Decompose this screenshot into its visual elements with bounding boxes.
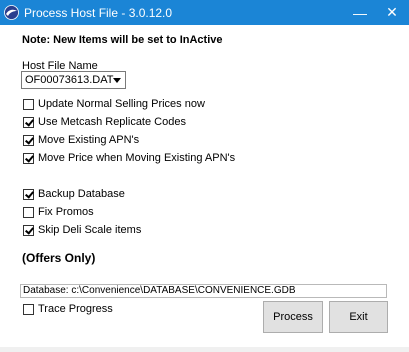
metcash-replicate-codes-option[interactable]: Use Metcash Replicate Codes <box>23 116 186 128</box>
app-icon <box>4 5 19 20</box>
inactive-note: Note: New Items will be set to InActive <box>22 34 223 46</box>
backup-database-label: Backup Database <box>38 188 125 200</box>
trace-progress-label: Trace Progress <box>38 303 113 315</box>
dialog-body: Note: New Items will be set to InActive … <box>0 25 409 352</box>
move-existing-apns-label: Move Existing APN's <box>38 134 140 146</box>
metcash-replicate-codes-label: Use Metcash Replicate Codes <box>38 116 186 128</box>
fix-promos-label: Fix Promos <box>38 206 94 218</box>
backup-database-checkbox[interactable] <box>23 188 34 200</box>
move-existing-apns-option[interactable]: Move Existing APN's <box>23 134 139 146</box>
database-path-text: Database: c:\Convenience\DATABASE\CONVEN… <box>23 285 296 296</box>
move-price-checkbox[interactable] <box>23 152 34 164</box>
skip-deli-scale-label: Skip Deli Scale items <box>38 224 142 236</box>
title-bar[interactable]: Process Host File - 3.0.12.0 — ✕ <box>0 0 409 25</box>
update-selling-prices-label: Update Normal Selling Prices now <box>38 98 205 110</box>
exit-button[interactable]: Exit <box>329 301 388 333</box>
host-file-value: OF00073613.DAT <box>25 74 114 86</box>
window-title: Process Host File - 3.0.12.0 <box>24 6 173 20</box>
skip-deli-scale-option[interactable]: Skip Deli Scale items <box>23 224 141 236</box>
metcash-replicate-codes-checkbox[interactable] <box>23 116 34 128</box>
process-button[interactable]: Process <box>263 301 323 333</box>
host-file-select[interactable]: OF00073613.DAT <box>21 71 126 89</box>
minimize-button[interactable]: — <box>345 0 375 25</box>
move-price-option[interactable]: Move Price when Moving Existing APN's <box>23 152 235 164</box>
trace-progress-option[interactable]: Trace Progress <box>23 303 113 315</box>
move-existing-apns-checkbox[interactable] <box>23 134 34 146</box>
update-selling-prices-checkbox[interactable] <box>23 98 34 110</box>
fix-promos-option[interactable]: Fix Promos <box>23 206 94 218</box>
move-price-label: Move Price when Moving Existing APN's <box>38 152 236 164</box>
chevron-down-icon[interactable] <box>113 78 121 83</box>
trace-progress-checkbox[interactable] <box>23 303 34 315</box>
fix-promos-checkbox[interactable] <box>23 206 34 218</box>
skip-deli-scale-checkbox[interactable] <box>23 224 34 236</box>
close-button[interactable]: ✕ <box>377 0 407 25</box>
status-strip <box>0 347 409 352</box>
database-path-field: Database: c:\Convenience\DATABASE\CONVEN… <box>20 284 387 298</box>
backup-database-option[interactable]: Backup Database <box>23 188 125 200</box>
update-selling-prices-option[interactable]: Update Normal Selling Prices now <box>23 98 205 110</box>
offers-only-heading: (Offers Only) <box>22 251 96 265</box>
